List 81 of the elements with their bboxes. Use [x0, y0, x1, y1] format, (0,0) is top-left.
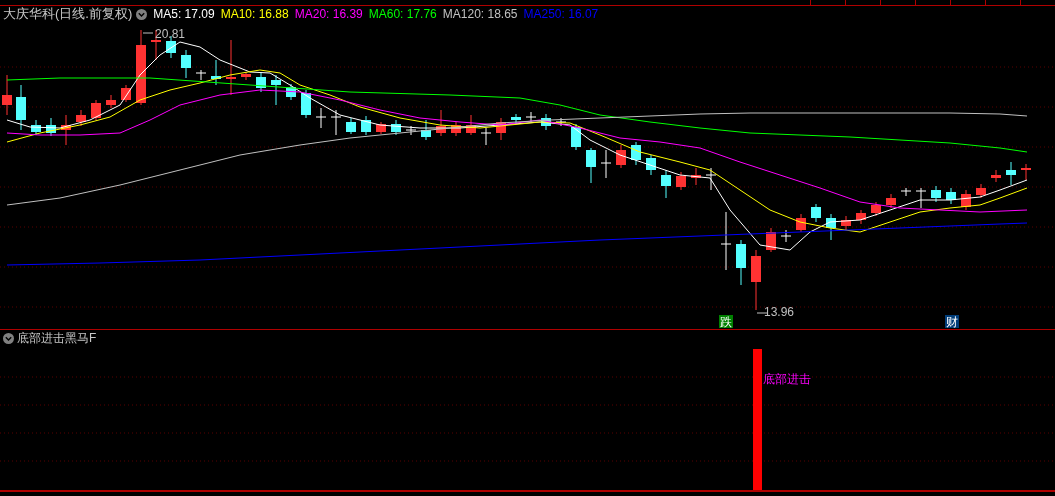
- candlestick: [751, 249, 761, 311]
- event-badge-label: 财: [946, 315, 958, 329]
- dropdown-caret-icon[interactable]: [136, 8, 148, 20]
- candlestick: [856, 209, 866, 225]
- candlestick: [405, 125, 417, 136]
- candlestick: [271, 74, 281, 106]
- candlestick: [826, 213, 836, 241]
- candlestick: [900, 187, 912, 197]
- candlestick: [736, 239, 746, 286]
- moving-average-value: MA250: 16.07: [523, 6, 599, 23]
- moving-average-value: MA60: 17.76: [368, 6, 437, 23]
- candlestick: [631, 141, 641, 166]
- candlestick: [586, 147, 596, 184]
- candlestick: [780, 229, 792, 243]
- candlestick: [106, 94, 116, 109]
- candlestick: [346, 117, 356, 135]
- candlestick: [555, 117, 567, 127]
- candlestick: [16, 84, 26, 131]
- candlestick: [2, 74, 12, 116]
- candlestick: [931, 185, 941, 203]
- candlestick: [451, 121, 461, 137]
- signal-label: 底部进击: [763, 372, 811, 386]
- price-label: 13.96: [764, 305, 795, 319]
- candlestick: [1021, 163, 1031, 181]
- candlestick: [421, 119, 431, 141]
- candlestick: [121, 84, 131, 103]
- candlestick: [1006, 161, 1016, 186]
- candlestick: [241, 71, 251, 81]
- candlestick: [286, 83, 296, 101]
- candlestick: [256, 71, 266, 93]
- candlestick: [91, 99, 101, 121]
- candlestick: [766, 227, 776, 253]
- candlestick: [226, 39, 236, 96]
- candlestick: [961, 189, 971, 211]
- candlestick: [181, 49, 191, 79]
- candlestick: [195, 69, 207, 81]
- candlestick: [600, 149, 612, 179]
- candlestick: [571, 123, 581, 151]
- candlestick: [361, 115, 371, 136]
- candlestick: [541, 113, 551, 131]
- moving-average-value: MA20: 16.39: [294, 6, 363, 23]
- candlestick: [315, 107, 327, 129]
- candlestick: [691, 167, 701, 186]
- candlestick: [466, 114, 476, 136]
- candlestick: [676, 171, 686, 191]
- leader-line: [142, 32, 154, 34]
- candlestick: [46, 117, 56, 137]
- candlestick: [646, 154, 656, 176]
- dropdown-caret-icon[interactable]: [3, 332, 14, 344]
- candlestick: [720, 211, 732, 271]
- candlestick: [31, 119, 41, 136]
- candlestick: [391, 119, 401, 136]
- candlestick: [886, 193, 896, 209]
- candlestick: [211, 59, 221, 86]
- stock-title: 大庆华科(日线.前复权): [3, 5, 133, 24]
- candlestick: [301, 89, 311, 119]
- candlestick: [841, 215, 851, 231]
- candlestick: [496, 117, 506, 141]
- candlestick: [991, 169, 1001, 183]
- moving-average-value: MA120: 18.65: [442, 6, 518, 23]
- leader-line: [756, 312, 768, 314]
- candlestick: [525, 111, 537, 123]
- candlestick: [480, 127, 492, 146]
- moving-average-value: MA5: 17.09: [153, 6, 215, 23]
- candlestick: [811, 203, 821, 223]
- candlestick: [915, 187, 927, 209]
- candlestick: [796, 213, 806, 233]
- candlestick: [61, 114, 71, 146]
- candlestick: [330, 109, 342, 136]
- moving-average-value: MA10: 16.88: [220, 6, 289, 23]
- candlestick: [436, 109, 446, 137]
- candlestick: [376, 121, 386, 135]
- candlestick: [946, 187, 956, 205]
- candlestick: [616, 144, 626, 169]
- candlestick: [705, 167, 717, 191]
- candlestick: [871, 201, 881, 217]
- candlestick: [661, 169, 671, 199]
- candlestick: [976, 183, 986, 199]
- event-badge-label: 跌: [720, 315, 732, 329]
- indicator-title: 底部进击黑马F: [17, 330, 97, 347]
- candlestick: [76, 109, 86, 127]
